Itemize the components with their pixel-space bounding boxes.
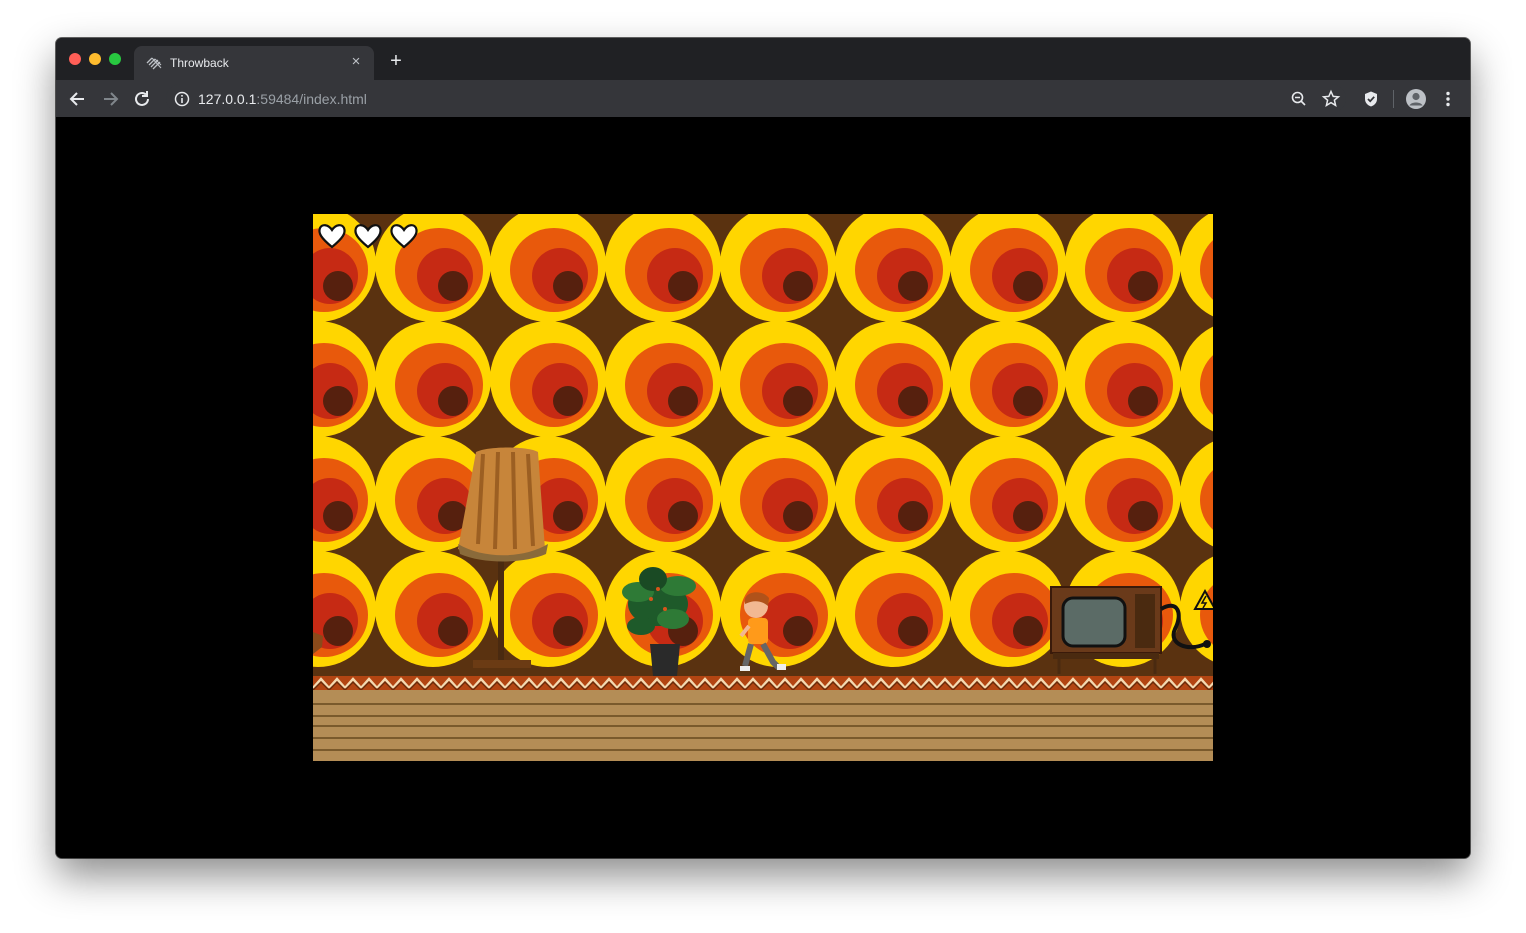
wallpaper-circle xyxy=(668,271,698,301)
profile-avatar-icon[interactable] xyxy=(1405,88,1427,110)
close-window-button[interactable] xyxy=(69,53,81,65)
bookmark-star-icon[interactable] xyxy=(1321,89,1341,109)
wallpaper-circle xyxy=(1013,271,1043,301)
wallpaper-circle xyxy=(1013,386,1043,416)
wallpaper-circle xyxy=(323,386,353,416)
wallpaper-circle xyxy=(783,271,813,301)
browser-toolbar: 127.0.0.1:59484/index.html xyxy=(56,80,1470,117)
wallpaper-circle xyxy=(668,501,698,531)
wallpaper-circle xyxy=(1128,386,1158,416)
game-scene xyxy=(313,214,1213,761)
tab-throwback[interactable]: Throwback × xyxy=(134,46,374,80)
menu-dots-icon[interactable] xyxy=(1438,89,1458,109)
url-text[interactable]: 127.0.0.1:59484/index.html xyxy=(198,91,367,107)
wallpaper-circle xyxy=(783,501,813,531)
heart-icon xyxy=(318,224,346,249)
forward-icon[interactable] xyxy=(99,88,121,110)
heart-icon xyxy=(354,224,382,249)
wallpaper-circle xyxy=(898,616,928,646)
wallpaper-circle xyxy=(553,501,583,531)
wallpaper-circle xyxy=(438,386,468,416)
wallpaper-circle xyxy=(783,386,813,416)
page-viewport xyxy=(56,117,1470,858)
wallpaper-circle xyxy=(438,271,468,301)
wallpaper-circle xyxy=(323,616,353,646)
wallpaper-circle xyxy=(1013,501,1043,531)
tab-strip: Throwback × + xyxy=(56,38,1470,80)
wallpaper-circle xyxy=(898,386,928,416)
wallpaper-circle xyxy=(553,271,583,301)
tab-close-icon[interactable]: × xyxy=(348,54,364,70)
reload-icon[interactable] xyxy=(131,88,153,110)
wallpaper-circle xyxy=(898,271,928,301)
heart-icon xyxy=(390,224,418,249)
browser-window: Throwback × + 127.0.0.1:59484/index.html xyxy=(56,38,1470,858)
wallpaper-circle xyxy=(323,501,353,531)
wallpaper-circle xyxy=(323,271,353,301)
wallpaper-circle xyxy=(898,501,928,531)
throwback-logo-icon xyxy=(146,57,162,70)
carpet-border xyxy=(313,676,1213,690)
info-icon[interactable] xyxy=(172,89,192,109)
wallpaper-circle xyxy=(668,386,698,416)
wallpaper-circle xyxy=(438,616,468,646)
shield-extension-icon[interactable] xyxy=(1361,89,1381,109)
wallpaper-circle xyxy=(1013,616,1043,646)
game-canvas[interactable] xyxy=(313,214,1213,761)
maximize-window-button[interactable] xyxy=(109,53,121,65)
url-host: 127.0.0.1 xyxy=(198,91,257,107)
wallpaper-circle xyxy=(553,386,583,416)
tab-title: Throwback xyxy=(170,56,229,70)
wallpaper-circle xyxy=(1128,501,1158,531)
back-icon[interactable] xyxy=(67,88,89,110)
wallpaper-circle xyxy=(1128,271,1158,301)
toolbar-separator xyxy=(1393,90,1394,108)
wallpaper-circle xyxy=(553,616,583,646)
zoom-out-icon[interactable] xyxy=(1289,89,1309,109)
minimize-window-button[interactable] xyxy=(89,53,101,65)
new-tab-button[interactable]: + xyxy=(386,51,406,71)
wallpaper-circle xyxy=(783,616,813,646)
url-path: :59484/index.html xyxy=(256,91,367,107)
